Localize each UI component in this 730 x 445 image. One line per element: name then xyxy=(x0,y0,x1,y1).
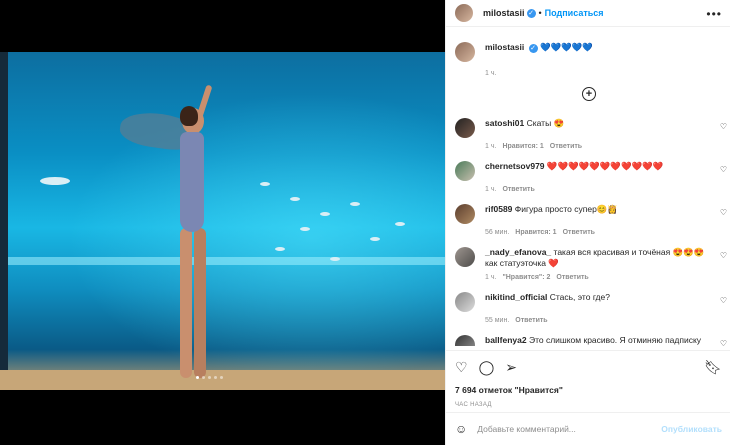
comment-item: rif0589 Фигура просто супер😊👸 ♡ 56 мин. Н… xyxy=(455,204,727,236)
fish xyxy=(300,227,310,231)
plus-circle-icon[interactable]: + xyxy=(582,87,596,101)
author-username[interactable]: milostasii xyxy=(483,8,525,18)
avatar[interactable] xyxy=(455,118,475,138)
comment-username[interactable]: satoshi01 xyxy=(485,118,524,128)
comments-list: satoshi01 Скаты 😍 ♡ 1 ч. Нравится: 1 Ответ… xyxy=(455,118,727,346)
posted-ago: ЧАС НАЗАД xyxy=(455,402,492,408)
fish xyxy=(395,222,405,226)
comment-username[interactable]: rif0589 xyxy=(485,204,512,214)
comment-username[interactable]: ballfenya2 xyxy=(485,335,527,345)
separator-dot: • xyxy=(538,8,542,18)
tank-floor xyxy=(0,370,445,390)
carousel-indicator xyxy=(196,376,223,379)
post-header: milostasii ✓ • Подписаться ••• xyxy=(446,0,730,27)
reply-button[interactable]: Ответить xyxy=(563,229,595,236)
post-sidebar: milostasii ✓ • Подписаться ••• milostasi… xyxy=(445,0,730,445)
tank-frame xyxy=(0,52,8,390)
likes-count[interactable]: 7 694 отметок "Нравится" xyxy=(455,385,722,395)
avatar[interactable] xyxy=(455,292,475,312)
verified-badge-icon: ✓ xyxy=(526,8,536,18)
caption-time: 1 ч. xyxy=(485,70,497,77)
fish xyxy=(320,212,330,216)
reply-button[interactable]: Ответить xyxy=(556,274,588,281)
fish xyxy=(275,247,285,251)
comment-likes[interactable]: Нравится: 1 xyxy=(502,143,543,150)
comment-like-icon[interactable]: ♡ xyxy=(720,251,727,260)
comment-like-icon[interactable]: ♡ xyxy=(720,208,727,217)
carousel-dot xyxy=(196,376,199,379)
comment-like-icon[interactable]: ♡ xyxy=(720,296,727,305)
caption-username[interactable]: milostasii xyxy=(485,42,524,52)
heart-icon[interactable]: ♡ xyxy=(455,359,468,375)
verified-badge-icon: ✓ xyxy=(528,44,538,53)
fish xyxy=(350,202,360,206)
comment-item: satoshi01 Скаты 😍 ♡ 1 ч. Нравится: 1 Ответ… xyxy=(455,118,727,150)
post-photo xyxy=(0,52,445,390)
fish xyxy=(330,257,340,261)
more-options-icon[interactable]: ••• xyxy=(706,7,722,21)
fish xyxy=(290,197,300,201)
carousel-dot xyxy=(202,376,205,379)
comment-time: 55 мин. xyxy=(485,317,510,324)
avatar[interactable] xyxy=(455,335,475,346)
comment-item: ballfenya2 Это слишком красиво. Я отминя… xyxy=(455,335,727,346)
post-media[interactable] xyxy=(0,0,445,445)
carousel-dot xyxy=(220,376,223,379)
publish-button[interactable]: Опубликовать xyxy=(661,424,722,434)
bookmark-icon[interactable]: 🔖︎ xyxy=(704,359,722,375)
comment-time: 56 мин. xyxy=(485,229,510,236)
comment-icon[interactable]: ◯ xyxy=(479,359,495,375)
avatar[interactable] xyxy=(455,204,475,224)
comment-item: chernetsov979 ❤️❤️❤️❤️❤️❤️❤️❤️❤️❤️❤️ ♡ 1… xyxy=(455,161,727,193)
carousel-dot xyxy=(208,376,211,379)
reply-button[interactable]: Ответить xyxy=(515,317,547,324)
comment-like-icon[interactable]: ♡ xyxy=(720,122,727,131)
comment-text: ❤️❤️❤️❤️❤️❤️❤️❤️❤️❤️❤️ xyxy=(546,161,664,171)
avatar[interactable] xyxy=(455,247,475,267)
carousel-dot xyxy=(214,376,217,379)
comment-text: Скаты 😍 xyxy=(526,118,565,128)
avatar[interactable] xyxy=(455,4,473,22)
caption-text: 💙💙💙💙💙 xyxy=(539,42,593,52)
fish xyxy=(370,237,380,241)
reply-button[interactable]: Ответить xyxy=(502,186,534,193)
comment-time: 1 ч. xyxy=(485,143,497,150)
comment-text: Это слишком красиво. Я отминяю падписку xyxy=(528,335,702,345)
reply-button[interactable]: Ответить xyxy=(550,143,582,150)
comment-username[interactable]: chernetsov979 xyxy=(485,161,545,171)
avatar[interactable] xyxy=(455,42,475,62)
fish xyxy=(40,177,70,185)
comment-item: _nady_efanova_ такая вся красивая и точё… xyxy=(455,247,727,281)
comment-username[interactable]: _nady_efanova_ xyxy=(485,247,551,257)
comment-likes[interactable]: "Нравится": 2 xyxy=(502,274,550,281)
comment-text: Фигура просто супер😊👸 xyxy=(514,204,618,214)
aquarium-ledge xyxy=(0,257,445,265)
fish xyxy=(260,182,270,186)
comment-like-icon[interactable]: ♡ xyxy=(720,339,727,346)
share-icon[interactable]: ➢ xyxy=(505,359,517,375)
caption: milostasii ✓ 💙💙💙💙💙 1 ч. xyxy=(455,42,720,77)
comment-time: 1 ч. xyxy=(485,274,497,281)
emoji-icon[interactable]: ☺ xyxy=(455,422,467,436)
comment-likes[interactable]: Нравится: 1 xyxy=(515,229,556,236)
follow-button[interactable]: Подписаться xyxy=(545,8,604,18)
comment-item: nikitind_official Стась, это где? ♡ 55 м… xyxy=(455,292,727,324)
comment-like-icon[interactable]: ♡ xyxy=(720,165,727,174)
comment-time: 1 ч. xyxy=(485,186,497,193)
comment-username[interactable]: nikitind_official xyxy=(485,292,547,302)
comment-composer: ☺ Опубликовать xyxy=(446,412,730,445)
comment-text: Стась, это где? xyxy=(549,292,610,302)
avatar[interactable] xyxy=(455,161,475,181)
comment-input[interactable] xyxy=(475,423,662,435)
person-figure xyxy=(168,84,218,388)
